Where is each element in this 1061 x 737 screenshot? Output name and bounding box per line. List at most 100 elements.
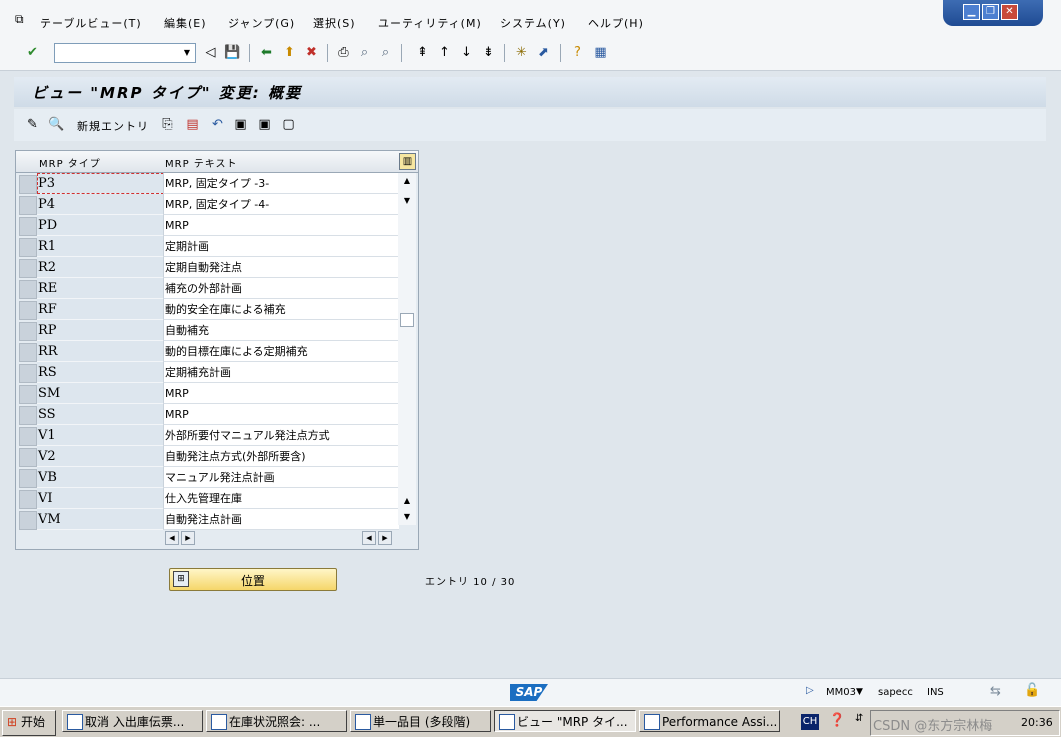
mrp-type-cell[interactable]: VM	[37, 509, 164, 530]
table-row[interactable]: RE 補充の外部計画	[16, 278, 399, 299]
row-selector[interactable]	[19, 217, 37, 236]
enter-check-icon[interactable]: ✔	[24, 44, 41, 61]
mrp-text-cell[interactable]: 補充の外部計画	[163, 278, 399, 299]
help-icon[interactable]: ?	[569, 44, 586, 61]
table-row[interactable]: P3 MRP, 固定タイプ -3-	[16, 173, 399, 194]
row-selector[interactable]	[19, 385, 37, 404]
mrp-text-cell[interactable]: 自動補充	[163, 320, 399, 341]
scroll-left-icon[interactable]: ◀	[165, 531, 179, 545]
select-block-icon[interactable]: ▣	[256, 116, 273, 133]
print-icon[interactable]: ⎙	[335, 44, 352, 61]
mrp-type-cell[interactable]: RS	[37, 362, 164, 383]
new-session-icon[interactable]: ✳	[513, 44, 530, 61]
row-selector[interactable]	[19, 427, 37, 446]
lock-icon[interactable]: 🔓	[1024, 683, 1040, 698]
table-row[interactable]: VM 自動発注点計画	[16, 509, 399, 530]
mrp-text-cell[interactable]: MRP, 固定タイプ -3-	[163, 173, 399, 194]
mrp-type-cell[interactable]: RP	[37, 320, 164, 341]
menu-window-icon[interactable]: ⧉	[15, 12, 24, 27]
table-row[interactable]: VB マニュアル発注点計画	[16, 467, 399, 488]
mrp-text-cell[interactable]: MRP	[163, 404, 399, 425]
chevron-down-icon[interactable]: ▼	[179, 44, 195, 62]
mrp-text-cell[interactable]: マニュアル発注点計画	[163, 467, 399, 488]
display-details-icon[interactable]: 🔍	[48, 116, 65, 133]
table-row[interactable]: SM MRP	[16, 383, 399, 404]
taskbar-item[interactable]: 取消 入出庫伝票...	[62, 710, 203, 732]
scroll-up-icon[interactable]: ▲	[400, 495, 414, 507]
table-row[interactable]: PD MRP	[16, 215, 399, 236]
row-selector[interactable]	[19, 322, 37, 341]
previous-page-icon[interactable]: ↑	[436, 44, 453, 61]
vertical-scrollbar[interactable]: ▲ ▼ ▲ ▼	[398, 173, 416, 525]
first-page-icon[interactable]: ⇞	[414, 44, 431, 61]
mrp-type-cell[interactable]: P4	[37, 194, 164, 215]
mrp-text-cell[interactable]: 定期自動発注点	[163, 257, 399, 278]
close-icon[interactable]: ✕	[1001, 4, 1018, 20]
table-row[interactable]: V1 外部所要付マニュアル発注点方式	[16, 425, 399, 446]
menu-table-view[interactable]: テーブルビュー(T)	[40, 15, 142, 31]
row-selector[interactable]	[19, 406, 37, 425]
taskbar-item-active[interactable]: ビュー "MRP タイ...	[494, 710, 636, 732]
table-row[interactable]: SS MRP	[16, 404, 399, 425]
next-page-icon[interactable]: ↓	[458, 44, 475, 61]
shortcut-icon[interactable]: ⬈	[535, 44, 552, 61]
chevron-down-icon[interactable]: ▼	[856, 687, 863, 697]
table-row[interactable]: V2 自動発注点方式(外部所要含)	[16, 446, 399, 467]
menu-jump[interactable]: ジャンプ(G)	[228, 15, 295, 31]
status-expand-icon[interactable]: ▷	[806, 685, 814, 696]
undo-icon[interactable]: ↶	[209, 116, 226, 133]
find-icon[interactable]: ⌕	[356, 44, 373, 61]
mrp-type-cell[interactable]: R1	[37, 236, 164, 257]
horizontal-scrollbar-col2[interactable]: ◀ ▶	[362, 531, 396, 545]
select-all-icon[interactable]: ▣	[232, 116, 249, 133]
menu-utilities[interactable]: ユーティリティ(M)	[378, 15, 482, 31]
ime-toggle-icon[interactable]: ⇵	[855, 713, 863, 724]
delete-icon[interactable]: ▤	[184, 116, 201, 133]
row-selector[interactable]	[19, 343, 37, 362]
menu-edit[interactable]: 編集(E)	[164, 15, 207, 31]
scroll-right-icon[interactable]: ▶	[181, 531, 195, 545]
restore-icon[interactable]: ❐	[982, 4, 999, 20]
deselect-all-icon[interactable]: ▢	[280, 116, 297, 133]
table-row[interactable]: RP 自動補充	[16, 320, 399, 341]
row-selector[interactable]	[19, 511, 37, 530]
copy-icon[interactable]: ⎘	[159, 116, 176, 133]
start-button[interactable]: ⊞ 开始	[2, 710, 56, 736]
mrp-text-cell[interactable]: 定期補充計画	[163, 362, 399, 383]
scroll-up-icon[interactable]: ▲	[400, 175, 414, 187]
mrp-type-cell[interactable]: R2	[37, 257, 164, 278]
mrp-type-cell[interactable]: RF	[37, 299, 164, 320]
table-settings-icon[interactable]: ▥	[399, 153, 416, 170]
scroll-down-icon[interactable]: ▼	[400, 511, 414, 523]
mrp-text-cell[interactable]: MRP	[163, 383, 399, 404]
mrp-text-cell[interactable]: 動的安全在庫による補充	[163, 299, 399, 320]
last-page-icon[interactable]: ⇟	[480, 44, 497, 61]
mrp-text-cell[interactable]: 自動発注点方式(外部所要含)	[163, 446, 399, 467]
row-selector[interactable]	[19, 259, 37, 278]
mrp-type-cell[interactable]: PD	[37, 215, 164, 236]
mrp-type-cell[interactable]: VB	[37, 467, 164, 488]
table-row[interactable]: R2 定期自動発注点	[16, 257, 399, 278]
mrp-text-cell[interactable]: 自動発注点計画	[163, 509, 399, 530]
row-selector[interactable]	[19, 448, 37, 467]
mrp-text-cell[interactable]: 仕入先管理在庫	[163, 488, 399, 509]
layout-menu-icon[interactable]: ▦	[592, 44, 609, 61]
menu-system[interactable]: システム(Y)	[500, 15, 566, 31]
mrp-type-cell[interactable]: VI	[37, 488, 164, 509]
mrp-type-cell[interactable]: P3	[37, 173, 164, 194]
row-selector[interactable]	[19, 364, 37, 383]
mrp-type-cell[interactable]: V1	[37, 425, 164, 446]
minimize-icon[interactable]: ▁	[963, 4, 980, 20]
cancel-icon[interactable]: ✖	[303, 44, 320, 61]
table-row[interactable]: RS 定期補充計画	[16, 362, 399, 383]
taskbar-item[interactable]: 単一品目 (多段階)	[350, 710, 491, 732]
horizontal-scrollbar-col1[interactable]: ◀ ▶	[165, 531, 199, 545]
new-entries-button[interactable]: 新規エントリ	[77, 118, 149, 134]
collapse-arrow-icon[interactable]: ◁	[202, 44, 219, 61]
menu-help[interactable]: ヘルプ(H)	[588, 15, 644, 31]
row-selector[interactable]	[19, 301, 37, 320]
menu-select[interactable]: 選択(S)	[313, 15, 356, 31]
table-row[interactable]: P4 MRP, 固定タイプ -4-	[16, 194, 399, 215]
scroll-left-icon[interactable]: ◀	[362, 531, 376, 545]
row-selector[interactable]	[19, 280, 37, 299]
